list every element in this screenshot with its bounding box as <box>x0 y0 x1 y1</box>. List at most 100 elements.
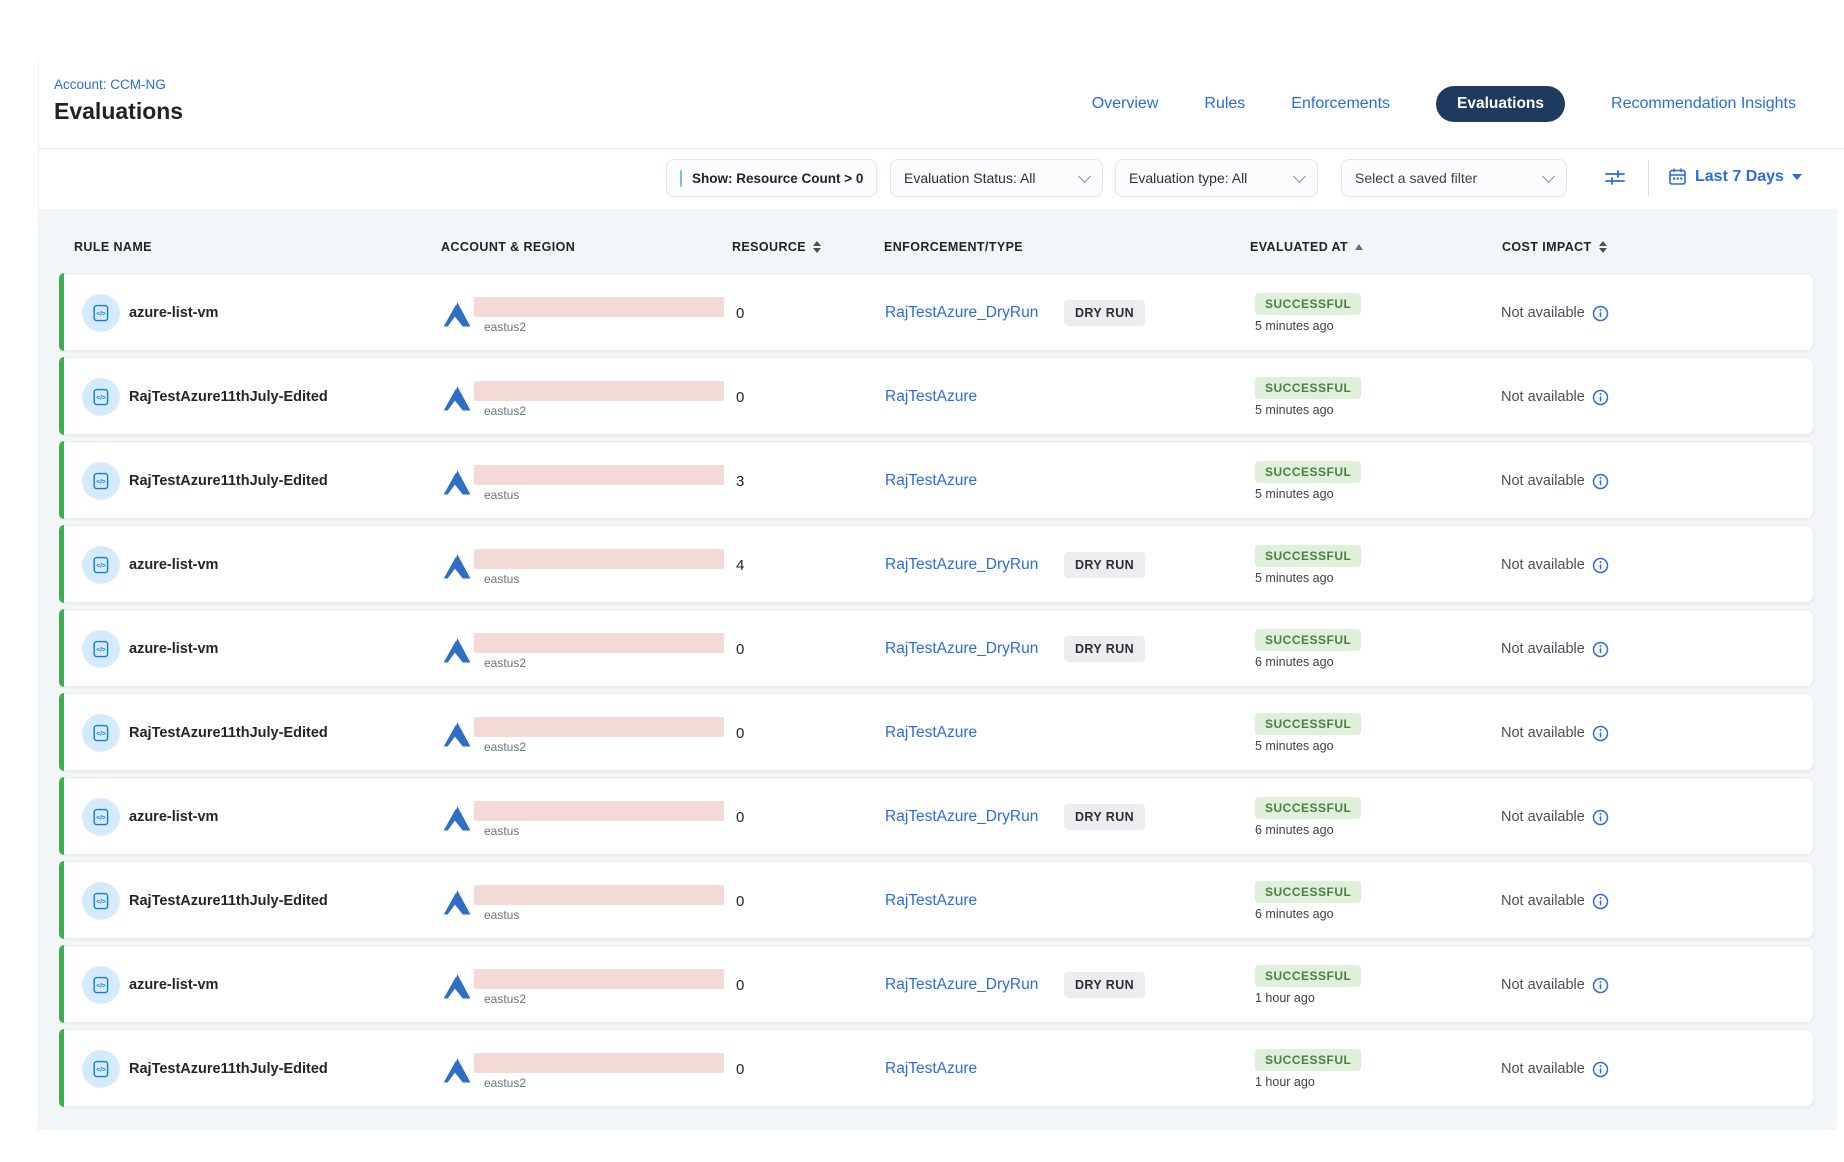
page-title: Evaluations <box>54 98 183 125</box>
resource-count: 0 <box>736 358 744 436</box>
enforcement-link[interactable]: RajTestAzure_DryRun <box>885 610 1038 688</box>
info-icon[interactable] <box>1592 977 1609 994</box>
info-icon[interactable] <box>1592 389 1609 406</box>
enforcement-link[interactable]: RajTestAzure <box>885 694 977 772</box>
info-icon[interactable] <box>1592 725 1609 742</box>
tab-overview[interactable]: Overview <box>1092 95 1159 113</box>
dry-run-badge: DRY RUN <box>1064 300 1145 326</box>
azure-logo-icon <box>442 636 473 669</box>
evaluated-at-time: 5 minutes ago <box>1255 739 1334 753</box>
table-row[interactable]: </> azure-list-vm eastus2 0 RajTestAzure… <box>59 273 1814 351</box>
region-label: eastus2 <box>484 404 526 418</box>
table-row[interactable]: </> RajTestAzure11thJuly-Edited eastus 3… <box>59 441 1814 519</box>
info-icon[interactable] <box>1592 893 1609 910</box>
chevron-down-icon <box>1078 170 1091 183</box>
dry-run-badge: DRY RUN <box>1064 804 1145 830</box>
column-header-evaluated-at[interactable]: EVALUATED AT <box>1250 240 1363 254</box>
row-status-accent-bar <box>59 693 64 771</box>
rule-name: RajTestAzure11thJuly-Edited <box>129 358 328 436</box>
resource-count: 0 <box>736 610 744 688</box>
status-badge: SUCCESSFUL <box>1255 1049 1361 1071</box>
tab-evaluations-active[interactable]: Evaluations <box>1436 86 1565 122</box>
column-header-resource[interactable]: RESOURCE <box>732 240 821 254</box>
resource-count-filter[interactable]: Show: Resource Count > 0 <box>666 159 877 197</box>
azure-logo-icon <box>442 720 473 753</box>
tab-enforcements[interactable]: Enforcements <box>1291 95 1390 113</box>
enforcement-link[interactable]: RajTestAzure <box>885 1030 977 1108</box>
evaluation-status-dropdown[interactable]: Evaluation Status: All <box>890 159 1103 197</box>
enforcement-link[interactable]: RajTestAzure <box>885 862 977 940</box>
rule-icon: </> <box>82 966 120 1004</box>
evaluated-at-time: 5 minutes ago <box>1255 487 1334 501</box>
tab-recommendation-insights[interactable]: Recommendation Insights <box>1611 95 1796 113</box>
region-label: eastus <box>484 572 519 586</box>
breadcrumb-account[interactable]: Account: CCM-NG <box>54 77 166 92</box>
table-row[interactable]: </> azure-list-vm eastus 0 RajTestAzure_… <box>59 777 1814 855</box>
svg-text:</>: </> <box>96 731 106 738</box>
enforcement-link[interactable]: RajTestAzure_DryRun <box>885 778 1038 856</box>
table-row[interactable]: </> azure-list-vm eastus2 0 RajTestAzure… <box>59 945 1814 1023</box>
tab-rules[interactable]: Rules <box>1204 95 1245 113</box>
top-nav: Overview Rules Enforcements Evaluations … <box>1092 86 1796 122</box>
date-range-value: Last 7 Days <box>1695 168 1784 186</box>
table-row[interactable]: </> RajTestAzure11thJuly-Edited eastus2 … <box>59 357 1814 435</box>
enforcement-link[interactable]: RajTestAzure_DryRun <box>885 946 1038 1024</box>
sort-icon[interactable] <box>813 241 821 253</box>
dry-run-badge: DRY RUN <box>1064 552 1145 578</box>
saved-filter-dropdown[interactable]: Select a saved filter <box>1341 159 1567 197</box>
sort-icon[interactable] <box>1599 241 1607 253</box>
evaluated-at-time: 1 hour ago <box>1255 991 1315 1005</box>
info-icon[interactable] <box>1592 473 1609 490</box>
rule-icon: </> <box>82 1050 120 1088</box>
resource-count-label: Show: Resource Count > 0 <box>692 171 863 186</box>
rule-icon: </> <box>82 714 120 752</box>
info-icon[interactable] <box>1592 557 1609 574</box>
azure-logo-icon <box>442 468 473 501</box>
table-row[interactable]: </> azure-list-vm eastus 4 RajTestAzure_… <box>59 525 1814 603</box>
table-row[interactable]: </> azure-list-vm eastus2 0 RajTestAzure… <box>59 609 1814 687</box>
svg-text:</>: </> <box>96 311 106 318</box>
evaluation-type-dropdown[interactable]: Evaluation type: All <box>1115 159 1318 197</box>
region-label: eastus <box>484 824 519 838</box>
info-icon[interactable] <box>1592 809 1609 826</box>
enforcement-link[interactable]: RajTestAzure <box>885 358 977 436</box>
redacted-account-name <box>474 633 724 653</box>
table-row[interactable]: </> RajTestAzure11thJuly-Edited eastus2 … <box>59 1029 1814 1107</box>
region-label: eastus2 <box>484 992 526 1006</box>
dry-run-badge: DRY RUN <box>1064 972 1145 998</box>
svg-text:</>: </> <box>96 647 106 654</box>
sort-ascending-icon[interactable] <box>1355 244 1363 250</box>
enforcement-link[interactable]: RajTestAzure <box>885 442 977 520</box>
caret-down-icon <box>1792 174 1802 180</box>
rule-name: azure-list-vm <box>129 946 218 1024</box>
region-label: eastus2 <box>484 740 526 754</box>
cost-impact-cell: Not available <box>1501 778 1609 856</box>
row-status-accent-bar <box>59 273 64 351</box>
enforcement-link[interactable]: RajTestAzure_DryRun <box>885 274 1038 352</box>
resource-count-checkbox[interactable] <box>680 170 682 187</box>
redacted-account-name <box>474 885 724 905</box>
evaluated-at-time: 1 hour ago <box>1255 1075 1315 1089</box>
info-icon[interactable] <box>1592 1061 1609 1078</box>
date-range-picker[interactable]: Last 7 Days <box>1668 167 1802 186</box>
status-badge: SUCCESSFUL <box>1255 881 1361 903</box>
rule-name: RajTestAzure11thJuly-Edited <box>129 442 328 520</box>
svg-text:</>: </> <box>96 479 106 486</box>
info-icon[interactable] <box>1592 641 1609 658</box>
info-icon[interactable] <box>1592 305 1609 322</box>
rule-icon: </> <box>82 546 120 584</box>
enforcement-link[interactable]: RajTestAzure_DryRun <box>885 526 1038 604</box>
cost-impact-cell: Not available <box>1501 610 1609 688</box>
redacted-account-name <box>474 801 724 821</box>
column-header-cost-impact[interactable]: COST IMPACT <box>1502 240 1607 254</box>
filter-sliders-icon[interactable] <box>1604 168 1626 188</box>
row-status-accent-bar <box>59 609 64 687</box>
header-separator <box>39 148 1844 149</box>
evaluated-at-time: 6 minutes ago <box>1255 907 1334 921</box>
cost-impact-cell: Not available <box>1501 1030 1609 1108</box>
cost-impact-value: Not available <box>1501 641 1585 657</box>
rule-name: azure-list-vm <box>129 526 218 604</box>
row-status-accent-bar <box>59 357 64 435</box>
table-row[interactable]: </> RajTestAzure11thJuly-Edited eastus2 … <box>59 693 1814 771</box>
table-row[interactable]: </> RajTestAzure11thJuly-Edited eastus 0… <box>59 861 1814 939</box>
